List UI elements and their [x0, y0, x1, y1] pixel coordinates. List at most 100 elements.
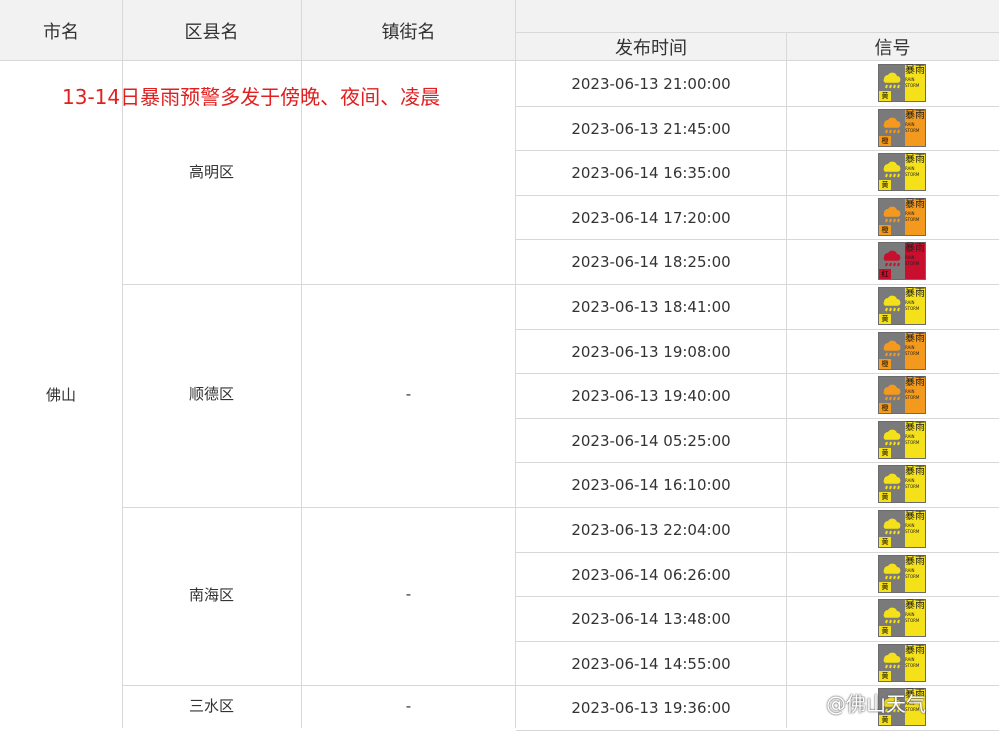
level-label: 黄 — [879, 582, 891, 592]
cell-time: 2023-06-14 17:20:00 — [571, 208, 731, 227]
rainstorm-signal-icon: 黄 暴雨 RAIN STORM — [878, 421, 926, 459]
level-label: 黄 — [879, 537, 891, 547]
cloud-rain-icon: 黄 — [879, 422, 905, 458]
cloud-rain-icon: 红 — [879, 243, 905, 279]
signal-en: RAIN STORM — [905, 166, 920, 177]
cloud-rain-icon: 黄 — [879, 600, 905, 636]
signal-en: RAIN STORM — [905, 389, 920, 400]
annotation-text: 13-14日暴雨预警多发于傍晚、夜间、凌晨 — [62, 85, 441, 109]
cell-district-shunde: 顺德区 — [188, 385, 234, 403]
rainstorm-signal-icon: 红 暴雨 RAIN STORM — [878, 242, 926, 280]
signal-en: RAIN STORM — [905, 77, 920, 88]
signal-cn: 暴雨 — [905, 65, 925, 76]
signal-en: RAIN STORM — [905, 568, 920, 579]
cell-town-nanhai: - — [405, 585, 412, 603]
cell-time: 2023-06-13 19:36:00 — [571, 698, 731, 717]
cell-time: 2023-06-13 19:08:00 — [571, 342, 731, 361]
level-label: 黄 — [879, 671, 891, 681]
signal-cn: 暴雨 — [905, 600, 925, 611]
rainstorm-signal-icon: 黄 暴雨 RAIN STORM — [878, 510, 926, 548]
cell-time: 2023-06-14 18:25:00 — [571, 252, 731, 271]
signal-en: RAIN STORM — [905, 122, 920, 133]
level-label: 红 — [879, 269, 891, 279]
signal-cn: 暴雨 — [905, 333, 925, 344]
grid-line — [515, 32, 999, 33]
rainstorm-signal-icon: 橙 暴雨 RAIN STORM — [878, 198, 926, 236]
signal-cn: 暴雨 — [905, 243, 925, 254]
header-city: 市名 — [43, 21, 79, 43]
cloud-rain-icon: 橙 — [879, 199, 905, 235]
signal-cn: 暴雨 — [905, 466, 925, 477]
signal-en: RAIN STORM — [905, 523, 920, 534]
level-label: 黄 — [879, 626, 891, 636]
cloud-rain-icon: 橙 — [879, 377, 905, 413]
signal-en: RAIN STORM — [905, 345, 920, 356]
cloud-rain-icon: 黄 — [879, 556, 905, 592]
signal-cn: 暴雨 — [905, 154, 925, 165]
cell-district-sanshui: 三水区 — [188, 697, 234, 715]
header-district: 区县名 — [184, 21, 239, 43]
cloud-rain-icon: 黄 — [879, 511, 905, 547]
header-town: 镇街名 — [381, 21, 436, 43]
signal-cn: 暴雨 — [905, 511, 925, 522]
rainstorm-signal-icon: 黄 暴雨 RAIN STORM — [878, 465, 926, 503]
level-label: 橙 — [879, 136, 891, 146]
level-label: 橙 — [879, 359, 891, 369]
level-label: 黄 — [879, 314, 891, 324]
level-label: 橙 — [879, 225, 891, 235]
signal-en: RAIN STORM — [905, 434, 920, 445]
cloud-rain-icon: 橙 — [879, 110, 905, 146]
signal-cn: 暴雨 — [905, 110, 925, 121]
cloud-rain-icon: 黄 — [879, 645, 905, 681]
rainstorm-signal-icon: 黄 暴雨 RAIN STORM — [878, 599, 926, 637]
cell-time: 2023-06-14 06:26:00 — [571, 565, 731, 584]
cell-time: 2023-06-13 22:04:00 — [571, 520, 731, 539]
cloud-rain-icon: 黄 — [879, 288, 905, 324]
cell-town-sanshui: - — [405, 696, 412, 715]
header-time: 发布时间 — [615, 37, 687, 59]
cloud-rain-icon: 黄 — [879, 466, 905, 502]
rainstorm-signal-icon: 黄 暴雨 RAIN STORM — [878, 555, 926, 593]
cell-time: 2023-06-14 05:25:00 — [571, 431, 731, 450]
signal-en: RAIN STORM — [905, 478, 920, 489]
cloud-rain-icon: 黄 — [879, 65, 905, 101]
signal-en: RAIN STORM — [905, 657, 920, 668]
signal-cn: 暴雨 — [905, 556, 925, 567]
cell-town-shunde: - — [405, 384, 412, 403]
signal-en: RAIN STORM — [905, 255, 920, 266]
signal-en: RAIN STORM — [905, 211, 920, 222]
level-label: 黄 — [879, 492, 891, 502]
signal-en: RAIN STORM — [905, 612, 920, 623]
header-signal: 信号 — [874, 37, 911, 59]
rainstorm-signal-icon: 黄 暴雨 RAIN STORM — [878, 287, 926, 325]
cell-time: 2023-06-14 13:48:00 — [571, 609, 731, 628]
rainstorm-signal-icon: 黄 暴雨 RAIN STORM — [878, 64, 926, 102]
cell-time: 2023-06-14 14:55:00 — [571, 654, 731, 673]
signal-cn: 暴雨 — [905, 645, 925, 656]
rainstorm-signal-icon: 黄 暴雨 RAIN STORM — [878, 153, 926, 191]
level-label: 橙 — [879, 403, 891, 413]
signal-cn: 暴雨 — [905, 377, 925, 388]
level-label: 黄 — [879, 448, 891, 458]
cell-time: 2023-06-13 21:45:00 — [571, 119, 731, 138]
cell-time: 2023-06-14 16:35:00 — [571, 163, 731, 182]
cloud-rain-icon: 橙 — [879, 333, 905, 369]
signal-cn: 暴雨 — [905, 288, 925, 299]
rainstorm-signal-icon: 橙 暴雨 RAIN STORM — [878, 332, 926, 370]
signal-cn: 暴雨 — [905, 422, 925, 433]
cell-time: 2023-06-13 19:40:00 — [571, 386, 731, 405]
level-label: 黄 — [879, 91, 891, 101]
level-label: 黄 — [879, 180, 891, 190]
cell-city: 佛山 — [45, 386, 76, 404]
cell-district-nanhai: 南海区 — [188, 585, 234, 604]
signal-en: RAIN STORM — [905, 300, 920, 311]
signal-cn: 暴雨 — [905, 199, 925, 210]
cell-time: 2023-06-13 18:41:00 — [571, 297, 731, 316]
watermark: @佛山天气 — [826, 692, 926, 716]
rainstorm-signal-icon: 黄 暴雨 RAIN STORM — [878, 644, 926, 682]
grid-line — [786, 32, 787, 728]
cell-time: 2023-06-14 16:10:00 — [571, 475, 731, 494]
rainstorm-signal-icon: 橙 暴雨 RAIN STORM — [878, 376, 926, 414]
cell-time: 2023-06-13 21:00:00 — [571, 74, 731, 93]
cloud-rain-icon: 黄 — [879, 154, 905, 190]
